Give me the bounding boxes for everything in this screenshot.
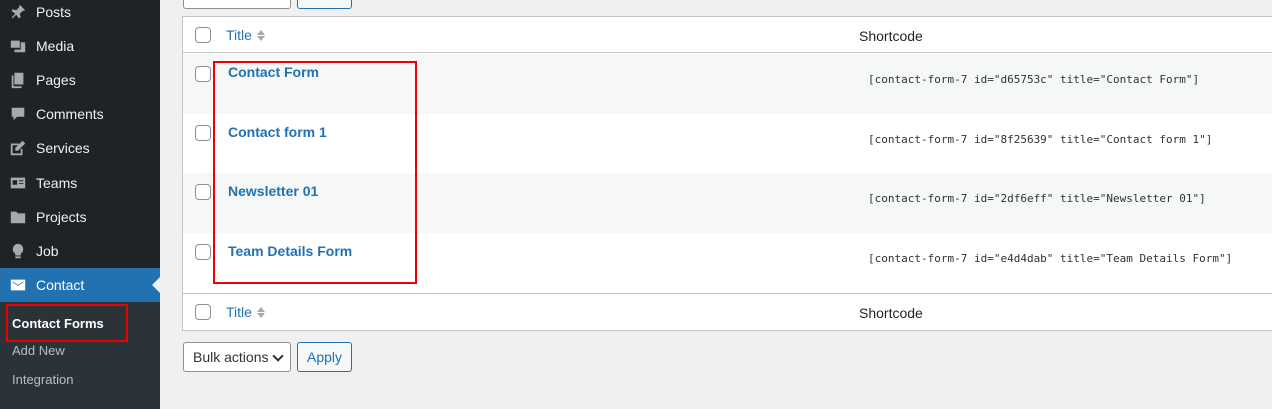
column-shortcode: Shortcode xyxy=(859,28,923,44)
sidebar-item-label: Teams xyxy=(36,175,78,191)
sort-icon xyxy=(256,29,265,41)
contact-forms-table: Title Shortcode Contact Form [contact-fo… xyxy=(182,16,1272,331)
table-footer: Title Shortcode xyxy=(183,293,1272,331)
column-title-label: Title xyxy=(226,27,252,43)
sort-icon xyxy=(256,306,265,318)
row-shortcode: [contact-form-7 id="8f25639" title="Cont… xyxy=(868,133,1213,146)
column-title-label: Title xyxy=(226,304,252,320)
sidebar-item-job[interactable]: Job xyxy=(0,234,160,268)
comments-icon xyxy=(0,105,36,123)
row-checkbox[interactable] xyxy=(195,66,211,82)
submenu-contact-forms[interactable]: Contact Forms xyxy=(12,316,104,331)
bulk-actions-select[interactable]: Bulk actions xyxy=(183,342,291,372)
sidebar-item-label: Projects xyxy=(36,209,87,225)
sidebar-item-label: Services xyxy=(36,140,90,156)
sidebar-item-label: Job xyxy=(36,243,59,259)
sidebar-item-teams[interactable]: Teams xyxy=(0,166,160,200)
sidebar-item-label: Posts xyxy=(36,4,72,20)
row-title-link[interactable]: Newsletter 01 xyxy=(228,183,318,199)
row-checkbox[interactable] xyxy=(195,244,211,260)
pin-icon xyxy=(0,3,36,21)
sidebar-item-contact[interactable]: Contact xyxy=(0,268,160,302)
sidebar-item-posts[interactable]: Posts xyxy=(0,0,160,29)
sidebar-item-label: Pages xyxy=(36,72,76,88)
bulk-actions-label: Bulk actions xyxy=(193,349,269,365)
table-header: Title Shortcode xyxy=(183,17,1272,53)
pages-icon xyxy=(0,71,36,89)
sidebar-item-projects[interactable]: Projects xyxy=(0,200,160,234)
edit-icon xyxy=(0,139,36,157)
table-row: Newsletter 01 [contact-form-7 id="2df6ef… xyxy=(183,173,1272,233)
apply-button-top[interactable] xyxy=(297,0,352,9)
column-shortcode-footer: Shortcode xyxy=(859,305,923,321)
table-row: Contact Form [contact-form-7 id="d65753c… xyxy=(183,54,1272,114)
email-icon xyxy=(0,276,36,294)
row-checkbox[interactable] xyxy=(195,125,211,141)
column-title-sort-footer[interactable]: Title xyxy=(226,304,265,320)
table-row: Team Details Form [contact-form-7 id="e4… xyxy=(183,233,1272,293)
apply-button[interactable]: Apply xyxy=(297,342,352,372)
table-row: Contact form 1 [contact-form-7 id="8f256… xyxy=(183,114,1272,174)
row-checkbox[interactable] xyxy=(195,184,211,200)
row-shortcode: [contact-form-7 id="d65753c" title="Cont… xyxy=(868,73,1200,86)
sidebar-item-comments[interactable]: Comments xyxy=(0,97,160,131)
sidebar-item-services[interactable]: Services xyxy=(0,131,160,165)
submenu-add-new[interactable]: Add New xyxy=(12,343,65,358)
row-shortcode: [contact-form-7 id="e4d4dab" title="Team… xyxy=(868,252,1233,265)
row-title-link[interactable]: Contact Form xyxy=(228,64,319,80)
sidebar-item-label: Contact xyxy=(36,277,85,293)
lightbulb-icon xyxy=(0,242,36,260)
select-all-checkbox-footer[interactable] xyxy=(195,304,211,320)
chevron-down-icon xyxy=(272,350,284,362)
contact-submenu: Contact Forms Add New Integration xyxy=(0,302,160,409)
id-card-icon xyxy=(0,174,36,192)
admin-sidebar: Posts Media Pages Comments Services Team… xyxy=(0,0,160,409)
sidebar-item-pages[interactable]: Pages xyxy=(0,63,160,97)
row-shortcode: [contact-form-7 id="2df6eff" title="News… xyxy=(868,192,1206,205)
media-icon xyxy=(0,37,36,55)
sidebar-item-label: Media xyxy=(36,38,75,54)
column-title-sort[interactable]: Title xyxy=(226,27,265,43)
select-all-checkbox[interactable] xyxy=(195,27,211,43)
folder-icon xyxy=(0,208,36,226)
bulk-actions-select-top[interactable] xyxy=(183,0,291,9)
sidebar-item-media[interactable]: Media xyxy=(0,29,160,63)
sidebar-item-label: Comments xyxy=(36,106,104,122)
row-title-link[interactable]: Team Details Form xyxy=(228,243,352,259)
submenu-integration[interactable]: Integration xyxy=(12,372,73,387)
row-title-link[interactable]: Contact form 1 xyxy=(228,124,327,140)
